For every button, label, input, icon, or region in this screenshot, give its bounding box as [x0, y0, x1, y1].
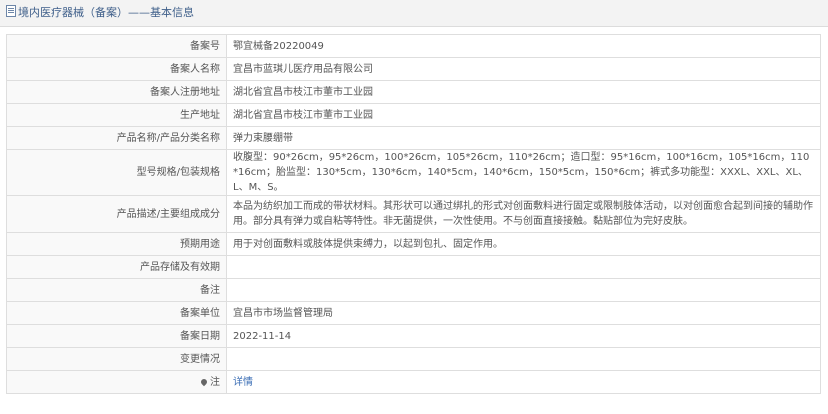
row-value-note: 详情	[226, 370, 821, 394]
table-row: 产品存储及有效期	[6, 255, 821, 279]
row-label-record-date: 备案日期	[6, 324, 227, 348]
table-row: 备案日期 2022-11-14	[6, 324, 821, 348]
row-label-record-number: 备案号	[6, 34, 227, 58]
row-label-model-spec: 型号规格/包装规格	[6, 149, 227, 196]
table-row: 备案号 鄂宜械备20220049	[6, 34, 821, 58]
row-label-intended-use: 预期用途	[6, 232, 227, 256]
row-label-record-unit: 备案单位	[6, 301, 227, 325]
row-label-remarks: 备注	[6, 278, 227, 302]
table-row: 备注	[6, 278, 821, 302]
document-icon	[6, 5, 16, 17]
table-row: 变更情况	[6, 347, 821, 371]
row-label-product-name: 产品名称/产品分类名称	[6, 126, 227, 150]
row-label-change-history: 变更情况	[6, 347, 227, 371]
table-row: 产品描述/主要组成成分 本品为纺织加工而成的带状材料。其形状可以通过绑扎的形式对…	[6, 195, 821, 233]
row-label-storage-validity: 产品存储及有效期	[6, 255, 227, 279]
row-label-product-description: 产品描述/主要组成成分	[6, 195, 227, 233]
row-value-registrant-address: 湖北省宜昌市枝江市董市工业园	[226, 80, 821, 104]
row-label-note: 注	[6, 370, 227, 394]
row-label-registrant-address: 备案人注册地址	[6, 80, 227, 104]
row-value-change-history	[226, 347, 821, 371]
row-value-record-date: 2022-11-14	[226, 324, 821, 348]
page-header: 境内医疗器械（备案）——基本信息	[0, 0, 828, 27]
table-row: 备案单位 宜昌市市场监督管理局	[6, 301, 821, 325]
row-label-production-address: 生产地址	[6, 103, 227, 127]
table-row: 型号规格/包装规格 收腹型：90*26cm，95*26cm，100*26cm，1…	[6, 149, 821, 196]
row-value-product-description: 本品为纺织加工而成的带状材料。其形状可以通过绑扎的形式对创面敷料进行固定或限制肢…	[226, 195, 821, 233]
note-label: 注	[210, 376, 220, 388]
row-value-storage-validity	[226, 255, 821, 279]
row-value-registrant-name: 宜昌市蓝琪儿医疗用品有限公司	[226, 57, 821, 81]
table-row: 产品名称/产品分类名称 弹力束腰绷带	[6, 126, 821, 150]
table-row: 生产地址 湖北省宜昌市枝江市董市工业园	[6, 103, 821, 127]
row-value-product-name: 弹力束腰绷带	[226, 126, 821, 150]
location-pin-icon	[199, 377, 209, 386]
details-link[interactable]: 详情	[233, 377, 253, 388]
info-table: 备案号 鄂宜械备20220049 备案人名称 宜昌市蓝琪儿医疗用品有限公司 备案…	[6, 34, 821, 394]
row-value-model-spec: 收腹型：90*26cm，95*26cm，100*26cm，105*26cm，11…	[226, 149, 821, 196]
page-title: 境内医疗器械（备案）——基本信息	[18, 6, 194, 19]
table-row: 备案人注册地址 湖北省宜昌市枝江市董市工业园	[6, 80, 821, 104]
table-row: 注 详情	[6, 370, 821, 394]
row-value-record-number: 鄂宜械备20220049	[226, 34, 821, 58]
row-value-production-address: 湖北省宜昌市枝江市董市工业园	[226, 103, 821, 127]
row-value-record-unit: 宜昌市市场监督管理局	[226, 301, 821, 325]
table-row: 备案人名称 宜昌市蓝琪儿医疗用品有限公司	[6, 57, 821, 81]
row-label-registrant-name: 备案人名称	[6, 57, 227, 81]
table-row: 预期用途 用于对创面敷料或肢体提供束缚力，以起到包扎、固定作用。	[6, 232, 821, 256]
row-value-remarks	[226, 278, 821, 302]
row-value-intended-use: 用于对创面敷料或肢体提供束缚力，以起到包扎、固定作用。	[226, 232, 821, 256]
